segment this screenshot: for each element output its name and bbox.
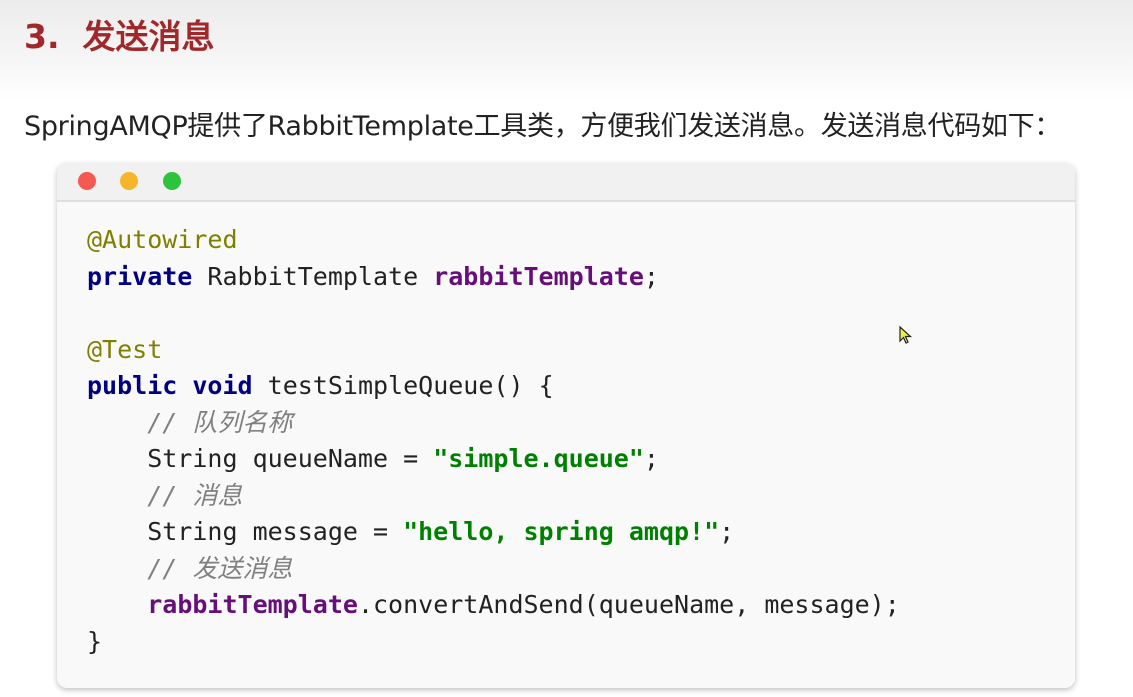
code-token-plain: ; — [643, 444, 659, 473]
mouse-cursor-icon — [899, 325, 913, 344]
code-line: @Autowired — [87, 222, 900, 259]
code-line: public void testSimpleQueue() { — [87, 368, 900, 405]
code-token-plain: String queueName = — [87, 444, 434, 473]
code-token-plain: .convertAndSend(queueName, message); — [357, 590, 900, 619]
code-token-str: "hello, spring amqp!" — [403, 517, 720, 546]
code-token-field: rabbitTemplate — [147, 590, 358, 619]
code-line: // 消息 — [87, 478, 900, 515]
minimize-dot-icon — [120, 172, 138, 190]
code-token-kw: public — [87, 371, 178, 400]
code-token-comment: // 发送消息 — [147, 553, 293, 583]
code-token-plain: testSimpleQueue() { — [252, 371, 554, 400]
section-heading: 3. 发送消息 — [24, 10, 214, 58]
heading-number: 3. — [24, 17, 60, 56]
code-line: // 发送消息 — [87, 551, 900, 588]
code-line: String queueName = "simple.queue"; — [87, 441, 900, 478]
code-token-field: rabbitTemplate — [433, 261, 644, 291]
code-line: rabbitTemplate.convertAndSend(queueName,… — [87, 587, 900, 624]
code-token-annot: @Test — [87, 334, 163, 364]
code-block: @Autowired private RabbitTemplate rabbitT… — [87, 222, 900, 660]
code-token-comment: // 消息 — [147, 480, 243, 510]
code-token-str: "simple.queue" — [433, 444, 644, 473]
window-title-bar — [57, 163, 1075, 202]
heading-title: 发送消息 — [82, 17, 215, 56]
close-dot-icon — [78, 172, 96, 190]
code-line: private RabbitTemplate rabbitTemplate; — [87, 259, 900, 296]
code-token-plain: ; — [643, 261, 659, 291]
code-token-comment: // 队列名称 — [147, 407, 293, 437]
code-line: // 队列名称 — [87, 405, 900, 442]
code-token-annot: @Autowired — [87, 225, 238, 254]
code-line: String message = "hello, spring amqp!"; — [87, 514, 900, 551]
maximize-dot-icon — [163, 172, 181, 190]
code-token-plain: ; — [719, 517, 735, 546]
code-window: @Autowired private RabbitTemplate rabbitT… — [57, 163, 1075, 688]
code-line: @Test — [87, 332, 900, 369]
code-token-kw: private — [87, 261, 193, 291]
code-line: } — [87, 624, 900, 661]
intro-text: SpringAMQP提供了RabbitTemplate工具类，方便我们发送消息。… — [24, 111, 1062, 142]
code-token-plain: RabbitTemplate — [192, 261, 434, 291]
code-token-plain: String message = — [87, 517, 404, 546]
code-token-plain: } — [87, 626, 103, 656]
code-token-kw: void — [192, 371, 253, 400]
